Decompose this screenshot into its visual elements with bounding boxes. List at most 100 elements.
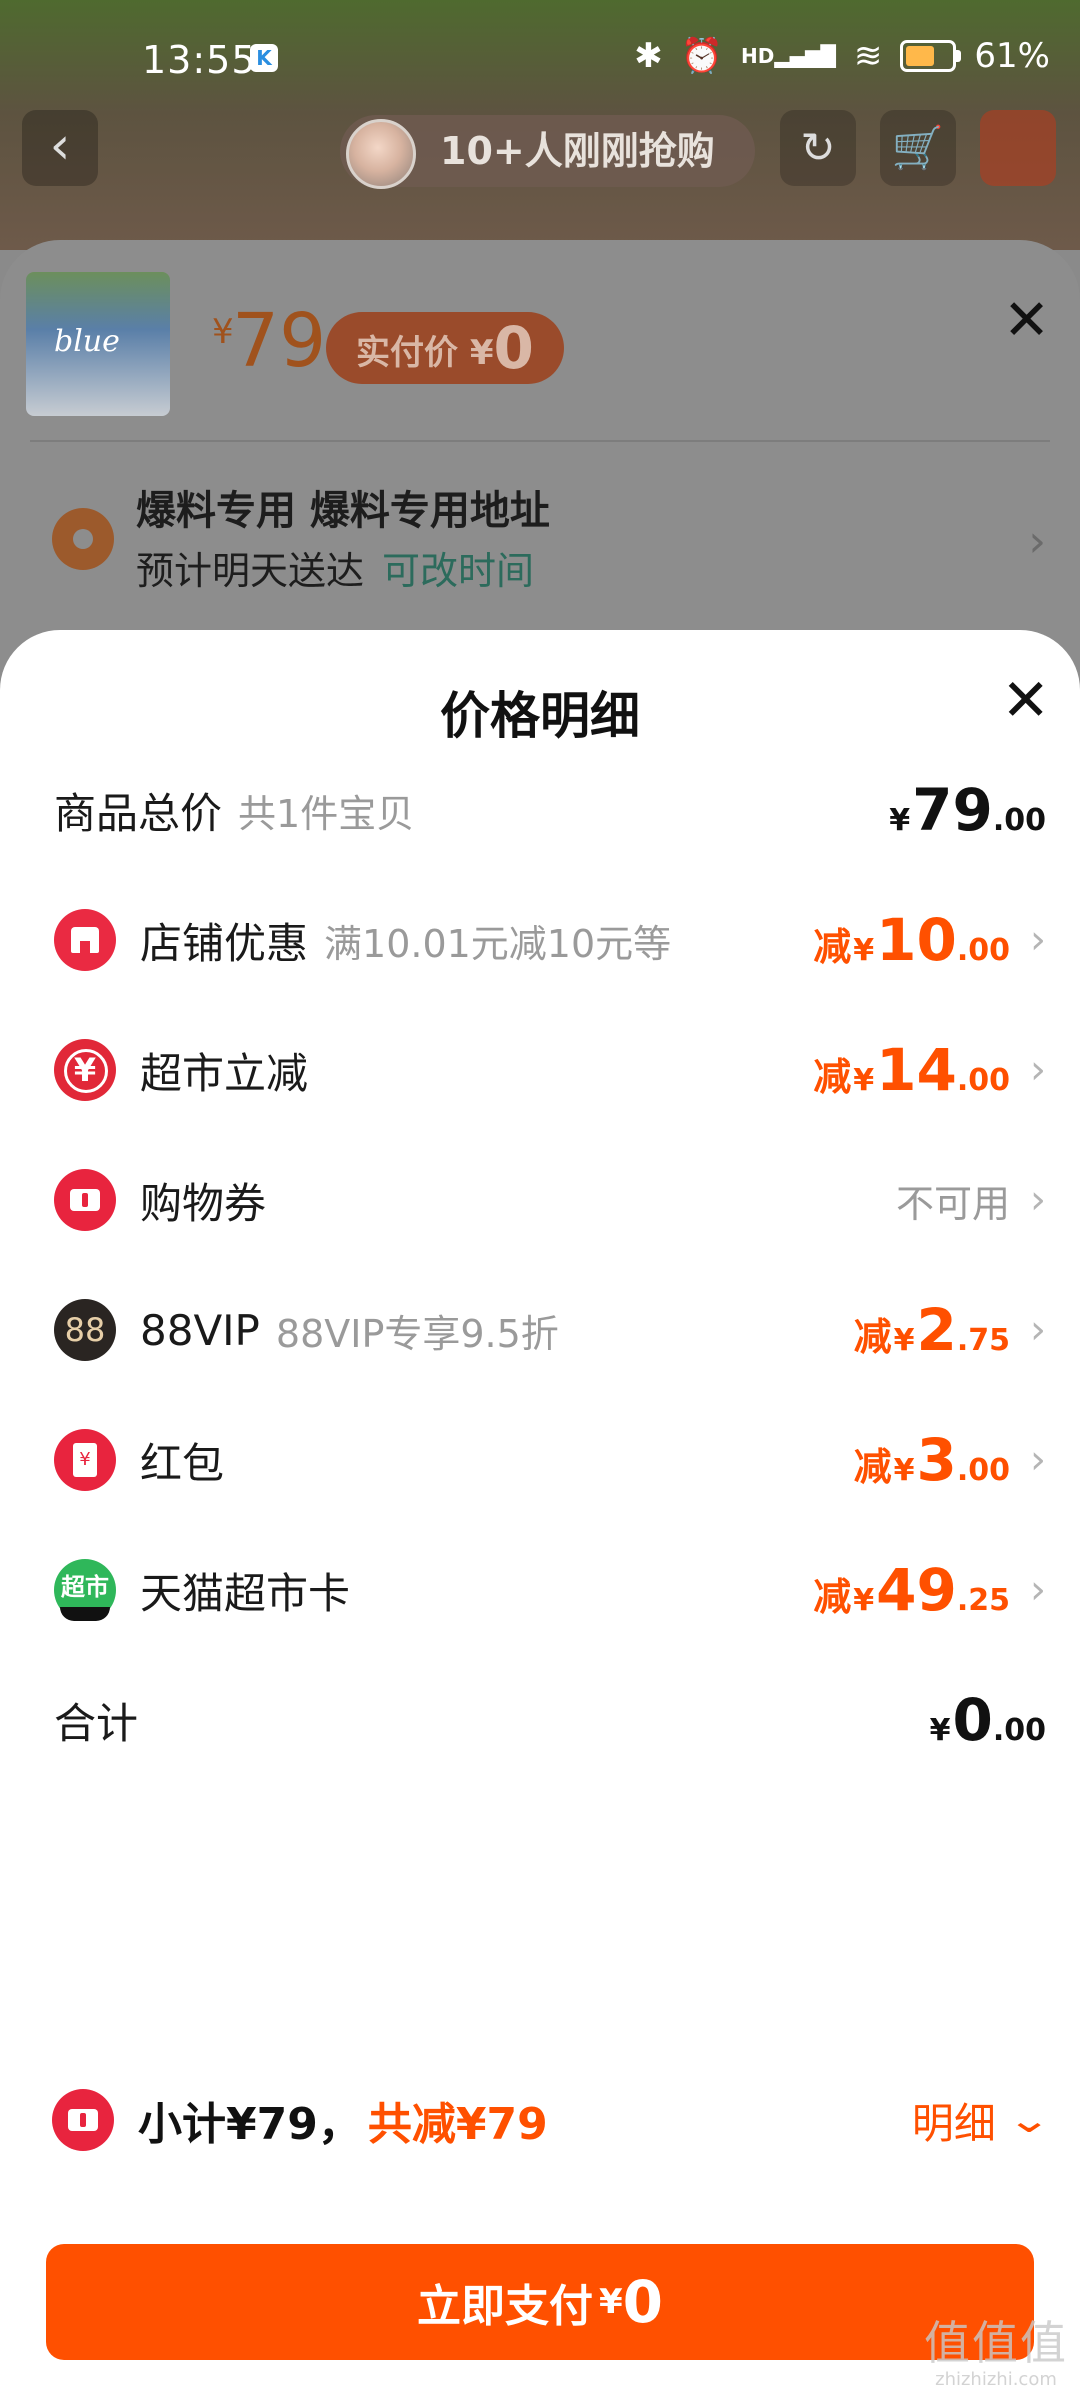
yen-symbol: ¥ [893,1453,915,1488]
address-name: 爆料专用 爆料专用地址 [136,488,550,534]
pay-amount: 0 [622,2268,664,2336]
watermark: 值值值 zhizhizhi.com [924,2307,1068,2390]
amount-dec: .00 [956,1453,1010,1488]
wifi-icon: ≋ [853,36,883,76]
bluetooth-icon: ✱ [634,36,663,76]
row-red-packet[interactable]: 红包 减¥3.00 › [0,1410,1080,1510]
chevron-right-icon: › [1030,1177,1046,1223]
amount-int: 79 [912,776,993,844]
yen-symbol: ¥ [853,1063,875,1098]
row-shopping-coupon[interactable]: 购物券 不可用 › [0,1150,1080,1250]
row-supermarket-discount[interactable]: ¥ 超市立减 减 ¥14.00 › [0,1020,1080,1120]
row-sub: 满10.01元减10元等 [324,921,672,966]
row-amount: 减 ¥3.00 [854,1426,1010,1494]
delivery-eta-text: 预计明天送达 [136,549,365,593]
row-88vip[interactable]: 88 88VIP 88VIP专享9.5折 减 ¥2.75 › [0,1280,1080,1380]
discount-prefix: 减 [813,925,852,969]
row-amount: 减 ¥10.00 [813,906,1010,974]
row-label: 店铺优惠 [140,918,309,968]
discount-prefix: 减 [813,1575,852,1619]
chevron-right-icon: › [1030,917,1046,963]
k-app-badge-icon: K [250,44,278,72]
recent-buyers-pill: 10+人刚刚抢购 [340,115,755,189]
location-pin-icon [52,508,114,570]
watermark-logo: 值值值 [924,2316,1068,2370]
product-price: 79 [232,298,327,384]
tmall-card-icon: 超市 [54,1559,116,1621]
amount-int: 0 [952,1686,993,1754]
pay-now-button[interactable]: 立即支付 ¥0 [46,2244,1034,2360]
yen-symbol: ¥ [893,1323,915,1358]
row-label: 红包 [140,1438,225,1488]
price-detail-sheet: 价格明细 ✕ 商品总价 共1件宝贝 ¥79.00 店铺优惠 满10.01元减10… [0,630,1080,2400]
signal-icon: HD▂▄▆█ [741,44,836,68]
row-label: 超市立减 [140,1048,309,1098]
more-icon[interactable] [980,110,1056,186]
shop-icon [54,909,116,971]
amount-int: 2 [916,1296,957,1364]
row-amount: 减 ¥49.25 [813,1556,1010,1624]
actual-price-badge: 实付价 ¥0 [326,312,564,384]
amount-dec: .00 [956,933,1010,968]
coupon-icon [54,1169,116,1231]
status-time: 13:55 [142,38,257,82]
battery-icon [900,40,962,72]
subtotal-text: 小计¥79， [138,2099,362,2150]
detail-toggle[interactable]: 明细 ⌄ [912,2070,1052,2170]
battery-percent: 61% [974,36,1050,76]
row-shop-discount[interactable]: 店铺优惠 满10.01元减10元等 减 ¥10.00 › [0,890,1080,990]
chevron-right-icon: › [1030,1307,1046,1353]
detail-link[interactable]: 明细 [912,2090,996,2151]
avatar [346,119,416,189]
row-tmall-supermarket-card[interactable]: 超市 天猫超市卡 减 ¥49.25 › [0,1540,1080,1640]
row-label: 88VIP [140,1305,260,1355]
yen-symbol: ¥ [853,933,875,968]
amount-dec: .75 [956,1323,1010,1358]
unavailable-text: 不可用 [895,1181,1010,1226]
yuan-coin-icon: ¥ [54,1039,116,1101]
row-amount: ¥79.00 [889,776,1046,844]
amount-int: 10 [876,906,957,974]
pay-yen: ¥ [598,2282,623,2322]
alarm-icon: ⏰ [680,36,724,76]
row-goods-total: 商品总价 共1件宝贝 ¥79.00 [0,760,1080,860]
cart-icon[interactable]: 🛒 [880,110,956,186]
row-amount: ¥0.00 [930,1686,1046,1754]
red-packet-icon [54,1429,116,1491]
close-icon[interactable]: ✕ [1001,666,1050,734]
coupon-icon [52,2089,114,2151]
share-icon[interactable]: ↻ [780,110,856,186]
chevron-down-icon: ⌄ [1006,2099,1052,2141]
back-arrow-icon[interactable]: ‹ [22,110,98,186]
product-thumbnail [26,272,170,416]
row-label: 天猫超市卡 [140,1568,351,1618]
close-icon[interactable]: ✕ [1003,288,1050,353]
row-amount: 减 ¥14.00 [813,1036,1010,1104]
discount-prefix: 减 [853,1315,892,1359]
row-label: 合计 [54,1698,139,1748]
chevron-right-icon: › [1030,1437,1046,1483]
row-label: 商品总价 [54,788,223,838]
amount-dec: .00 [992,803,1046,838]
sheet-title: 价格明细 [440,687,640,745]
product-price-symbol: ¥ [212,312,234,352]
actual-price-label: 实付价 ¥ [356,333,494,373]
amount-int: 49 [876,1556,957,1624]
discount-prefix: 减 [853,1445,892,1489]
pay-label: 立即支付 [416,2281,593,2332]
yen-symbol: ¥ [853,1583,875,1618]
divider [30,440,1050,442]
chevron-right-icon[interactable]: › [1028,516,1046,567]
amount-dec: .00 [956,1063,1010,1098]
row-sub: 共1件宝贝 [238,791,415,836]
actual-price-value: 0 [493,314,534,382]
change-time-link[interactable]: 可改时间 [382,549,534,593]
yen-symbol: ¥ [889,803,911,838]
status-bar: 13:55 K ✱ ⏰ HD▂▄▆█ ≋ 61% [0,0,1080,120]
amount-dec: .25 [956,1583,1010,1618]
amount-int: 14 [876,1036,957,1104]
yen-symbol: ¥ [929,1713,951,1748]
row-total: 合计 ¥0.00 [0,1670,1080,1770]
amount-dec: .00 [992,1713,1046,1748]
delivery-eta: 预计明天送达 可改时间 [136,540,534,595]
